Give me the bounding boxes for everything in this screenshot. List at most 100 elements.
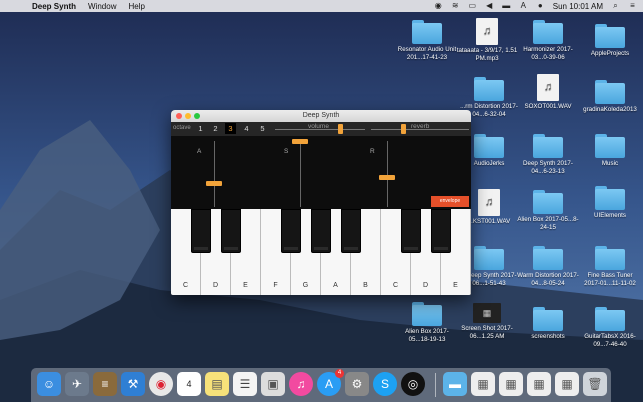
folder-icon [595,307,625,331]
desktop-folder[interactable]: Warm Distortion 2017-04...8-05-24 [517,246,579,287]
release-label: R [370,148,375,155]
xcode-icon[interactable]: ⚒ [121,372,145,396]
volume-slider-knob[interactable] [337,124,343,134]
location-icon[interactable]: ◉ [434,2,443,10]
battery-icon[interactable]: ▬ [502,2,511,10]
folder-icon [533,134,563,158]
folder-icon [595,24,625,48]
volume-label: volume [308,123,329,130]
itunes-icon[interactable]: ♫ [289,372,313,396]
sustain-slider-knob[interactable] [292,139,308,144]
reminders-icon[interactable]: ☰ [233,372,257,396]
deep-synth-window: Deep Synth octave 1 2 3 4 5 volume rever… [171,110,471,295]
user-icon[interactable]: ● [536,2,545,10]
piano-keyboard: C D E F G A B C D E [171,209,471,295]
screenshot-icon[interactable]: ▦ [555,372,579,396]
desktop-folder[interactable]: Alien Box 2017-05...8-24-15 [517,190,579,231]
envelope-button[interactable]: envelope [431,196,469,207]
piano-key-c-sharp-2[interactable] [401,209,421,253]
reverb-slider-knob[interactable] [400,124,406,134]
audio-file-icon: ♫ [476,18,498,45]
folder-icon [474,77,504,101]
piano-key-c-sharp[interactable] [191,209,211,253]
piano-key-f-sharp[interactable] [281,209,301,253]
sustain-label: S [284,148,289,155]
airplay-icon[interactable]: ▭ [468,2,477,10]
close-button[interactable] [176,113,182,119]
window-titlebar[interactable]: Deep Synth [171,110,471,122]
desktop-file[interactable]: ▦ Screen Shot 2017-06...1.25 AM [456,303,518,340]
desktop-folder[interactable]: Harmonizer 2017-03...0-39-06 [517,20,579,61]
skype-icon[interactable]: S [373,372,397,396]
preview-icon[interactable]: ▣ [261,372,285,396]
release-slider-knob[interactable] [379,175,395,180]
menu-window[interactable]: Window [88,2,116,11]
app-menu[interactable]: Deep Synth [32,2,76,11]
desktop-folder[interactable]: UIElements [579,186,641,220]
dock-separator [435,373,436,397]
stickies-icon[interactable]: ▤ [205,372,229,396]
piano-key-d-sharp[interactable] [221,209,241,253]
audio-file-icon: ♫ [537,74,559,101]
desktop-folder[interactable]: GuitarTabsX 2016-09...7-46-40 [579,307,641,348]
folder-icon [474,134,504,158]
folder-icon [595,80,625,104]
clock[interactable]: Sun 10:01 AM [553,2,603,11]
app-store-badge: 4 [335,369,344,378]
menu-help[interactable]: Help [128,2,144,11]
piano-key-a-sharp[interactable] [341,209,361,253]
octave-button-2[interactable]: 2 [210,123,221,134]
screenshot-icon[interactable]: ▦ [527,372,551,396]
octave-button-5[interactable]: 5 [257,123,268,134]
spotlight-icon[interactable]: ⌕ [611,2,620,10]
desktop-folder[interactable]: Deep Synth 2017-04...6-23-13 [517,134,579,175]
octave-button-4[interactable]: 4 [241,123,252,134]
attack-label: A [197,148,202,155]
system-preferences-icon[interactable]: ⚙ [345,372,369,396]
app-store-icon[interactable]: A4 [317,369,344,396]
desktop-folder[interactable]: Alien Box 2017-05...18-19-13 [396,302,458,343]
desktop-file[interactable]: ♫ SOXOT001.WAV [517,74,579,111]
folder-icon [595,134,625,158]
desktop-folder[interactable]: Fine Bass Tuner 2017-01...11-11-02 [579,246,641,287]
notification-center-icon[interactable]: ≡ [628,2,637,10]
octave-button-3[interactable]: 3 [225,123,236,134]
octave-label: octave [173,125,191,131]
screenshot-icon[interactable]: ▦ [499,372,523,396]
trash-icon[interactable]: 🗑 [583,372,607,396]
attack-slider-track[interactable] [214,141,215,207]
notes-icon[interactable]: ≡ [93,372,117,396]
reverb-label: reverb [411,123,430,130]
sustain-slider-track[interactable] [300,141,301,207]
octave-button-1[interactable]: 1 [195,123,206,134]
deep-synth-icon[interactable]: ◎ [401,372,425,396]
dock: ☺ ✈ ≡ ⚒ ◉ 4 ▤ ☰ ▣ ♫ A4 ⚙ S ◎ ▬ ▦ ▦ ▦ ▦ 🗑 [31,368,611,402]
input-source-icon[interactable]: A [519,2,528,10]
screenshot-icon[interactable]: ▦ [471,372,495,396]
release-slider-track[interactable] [387,141,388,207]
finder-icon[interactable]: ☺ [37,372,61,396]
desktop-folder[interactable]: screenshots [517,307,579,341]
status-area: ◉ ≋ ▭ ◀ ▬ A ● Sun 10:01 AM ⌕ ≡ [434,0,637,12]
folder-icon [595,186,625,210]
desktop-folder[interactable]: Resonator Audio Unit 201...17-41-23 [396,20,458,61]
screenshot-file-icon: ▦ [473,303,501,323]
launchpad-icon[interactable]: ✈ [65,372,89,396]
desktop-file[interactable]: ♫ tataaata - 3/9/17, 1.51 PM.mp3 [456,18,518,62]
desktop-folder[interactable]: gradinaKoleda2013 [579,80,641,114]
folder-icon[interactable]: ▬ [443,372,467,396]
chrome-icon[interactable]: ◉ [149,372,173,396]
wifi-icon[interactable]: ≋ [451,2,460,10]
volume-icon[interactable]: ◀ [485,2,494,10]
folder-icon [474,246,504,270]
minimize-button[interactable] [185,113,191,119]
desktop-folder[interactable]: AppleProjects [579,24,641,58]
calendar-icon[interactable]: 4 [177,372,201,396]
piano-key-g-sharp[interactable] [311,209,331,253]
zoom-button[interactable] [194,113,200,119]
desktop-folder[interactable]: Music [579,134,641,168]
audio-file-icon: ♫ [478,189,500,216]
folder-icon [412,20,442,44]
piano-key-d-sharp-2[interactable] [431,209,451,253]
attack-slider-knob[interactable] [206,181,222,186]
